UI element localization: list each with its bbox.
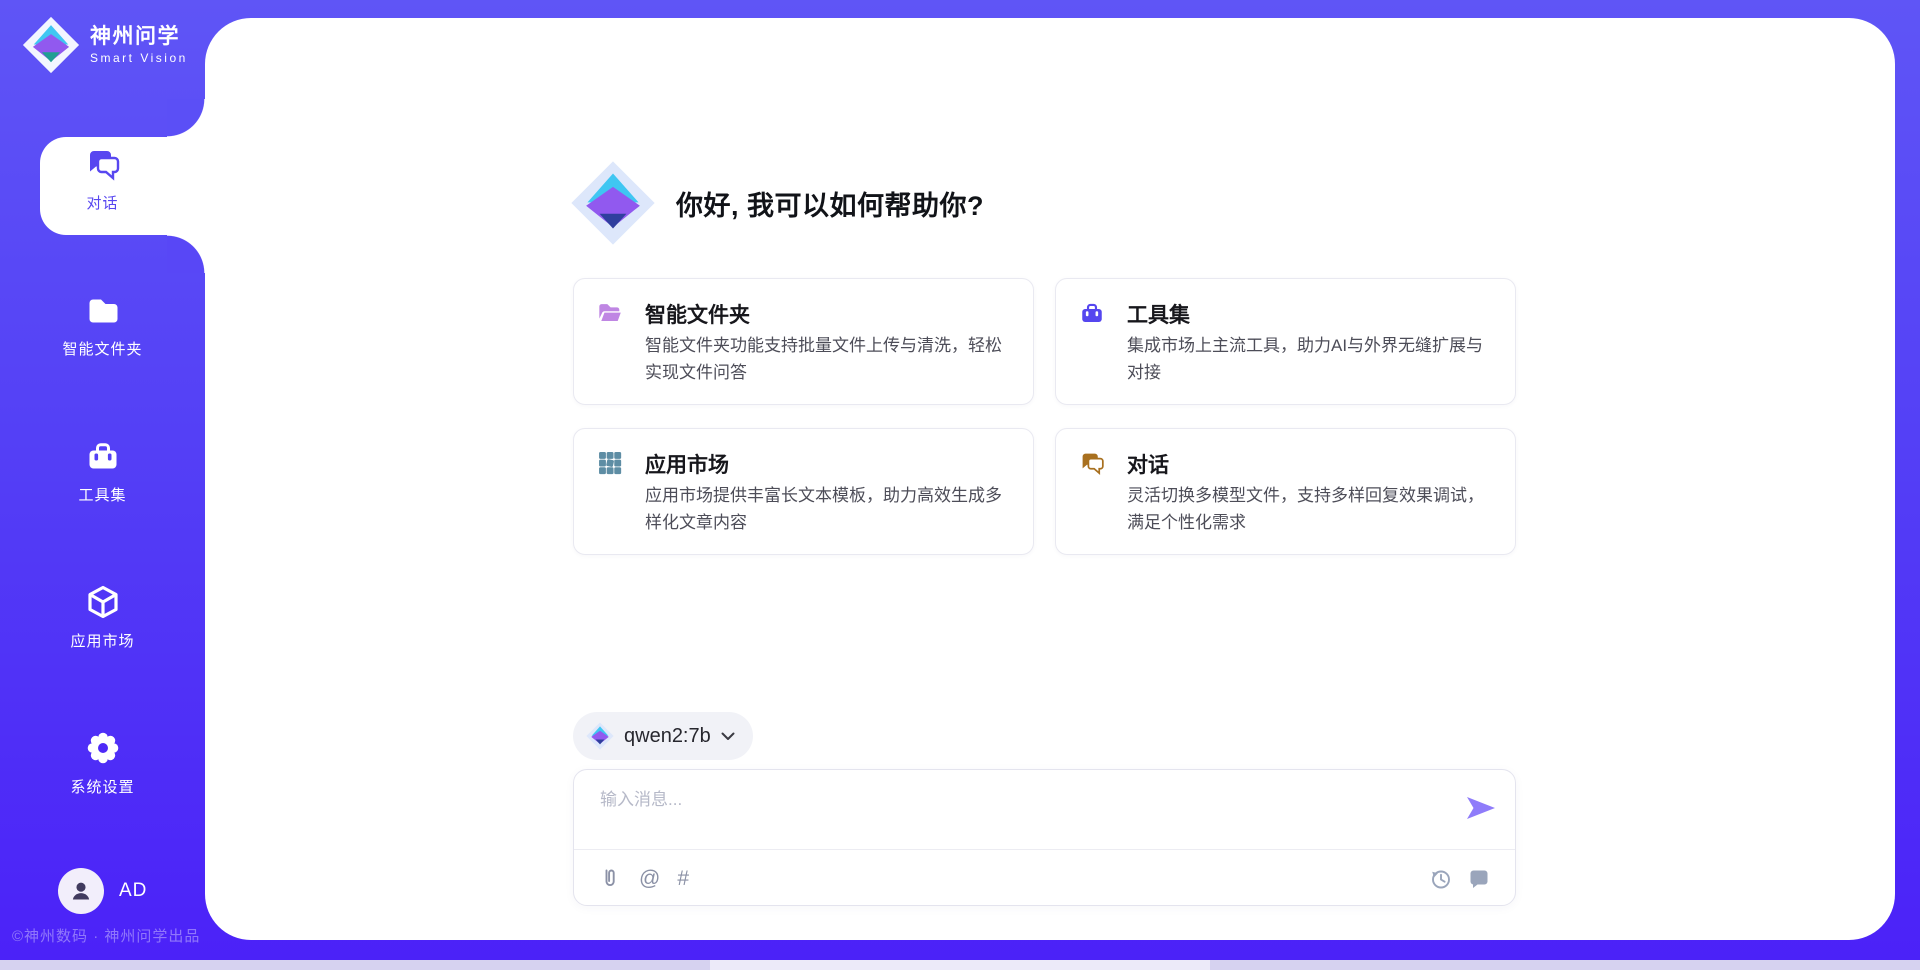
card-title: 应用市场 (645, 449, 729, 479)
chevron-down-icon (721, 732, 735, 741)
tab-notch-top (167, 99, 205, 137)
grid-icon (597, 450, 623, 476)
brand-subtitle: Smart Vision (90, 51, 188, 65)
app-logo: 神州问学 Smart Vision (22, 16, 188, 74)
horizontal-scrollbar[interactable] (0, 960, 1920, 970)
history-icon[interactable] (1428, 867, 1452, 891)
toolbox-icon (1079, 300, 1105, 326)
tab-notch-bottom (167, 235, 205, 273)
feature-cards: 智能文件夹 智能文件夹功能支持批量文件上传与清洗，轻松实现文件问答 工具集 集成… (573, 278, 1516, 555)
card-description: 智能文件夹功能支持批量文件上传与清洗，轻松实现文件问答 (645, 332, 1015, 386)
comment-icon[interactable] (1467, 867, 1491, 891)
brand-diamond-icon (22, 16, 80, 74)
card-title: 智能文件夹 (645, 299, 750, 329)
model-diamond-icon (586, 722, 614, 750)
card-description: 集成市场上主流工具，助力AI与外界无缝扩展与对接 (1127, 332, 1497, 386)
hash-icon[interactable]: # (677, 867, 689, 891)
chat-icon (1079, 450, 1105, 476)
sidebar-item-label: 应用市场 (70, 630, 134, 651)
card-toolset[interactable]: 工具集 集成市场上主流工具，助力AI与外界无缝扩展与对接 (1055, 278, 1516, 405)
at-icon[interactable]: @ (639, 867, 660, 891)
composer-tools: @ # (598, 867, 689, 891)
send-icon (1467, 797, 1495, 819)
sidebar-item-app-market[interactable]: 应用市场 (0, 584, 205, 651)
sidebar-item-smart-folder[interactable]: 智能文件夹 (0, 292, 205, 359)
card-app-market[interactable]: 应用市场 应用市场提供丰富长文本模板，助力高效生成多样化文章内容 (573, 428, 1034, 555)
scrollbar-thumb[interactable] (710, 960, 1210, 970)
sidebar-item-label: 系统设置 (70, 776, 134, 797)
model-selector[interactable]: qwen2:7b (573, 712, 753, 760)
card-title: 工具集 (1127, 299, 1190, 329)
toolbox-icon (85, 438, 121, 474)
folder-icon (85, 292, 121, 328)
user-initials: AD (119, 880, 147, 902)
card-description: 应用市场提供丰富长文本模板，助力高效生成多样化文章内容 (645, 482, 1015, 536)
greeting-block: 你好, 我可以如何帮助你? (570, 160, 984, 246)
folder-open-icon (597, 300, 623, 326)
person-icon (68, 878, 94, 904)
greeting-title: 你好, 我可以如何帮助你? (676, 184, 984, 223)
sidebar-item-settings[interactable]: 系统设置 (0, 730, 205, 797)
brand-name: 神州问学 (90, 25, 188, 49)
copyright-note: ©神州数码 · 神州问学出品 (12, 925, 200, 946)
message-composer: @ # (573, 769, 1516, 906)
card-chat[interactable]: 对话 灵活切换多模型文件，支持多样回复效果调试，满足个性化需求 (1055, 428, 1516, 555)
sidebar-item-label: 对话 (86, 192, 118, 213)
model-name: qwen2:7b (624, 725, 711, 748)
composer-right-tools (1428, 867, 1491, 891)
avatar[interactable] (58, 868, 104, 914)
paperclip-icon[interactable] (598, 867, 622, 891)
send-button[interactable] (1467, 797, 1495, 819)
sidebar-item-label: 智能文件夹 (62, 338, 142, 359)
user-account[interactable]: AD (58, 868, 147, 914)
sidebar-item-toolset[interactable]: 工具集 (0, 438, 205, 505)
card-title: 对话 (1127, 449, 1169, 479)
gear-icon (85, 730, 121, 766)
message-input[interactable] (598, 784, 1452, 816)
assistant-diamond-icon (570, 160, 656, 246)
sidebar-item-label: 工具集 (78, 484, 126, 505)
app-window: 神州问学 Smart Vision 对话 智能文件夹 工具集 应用市场 系统设置 (0, 0, 1920, 970)
card-smart-folder[interactable]: 智能文件夹 智能文件夹功能支持批量文件上传与清洗，轻松实现文件问答 (573, 278, 1034, 405)
sidebar-item-chat[interactable]: 对话 (20, 146, 185, 213)
card-description: 灵活切换多模型文件，支持多样回复效果调试，满足个性化需求 (1127, 482, 1497, 536)
composer-divider (574, 849, 1515, 850)
cube-icon (85, 584, 121, 620)
chat-icon (85, 146, 121, 182)
